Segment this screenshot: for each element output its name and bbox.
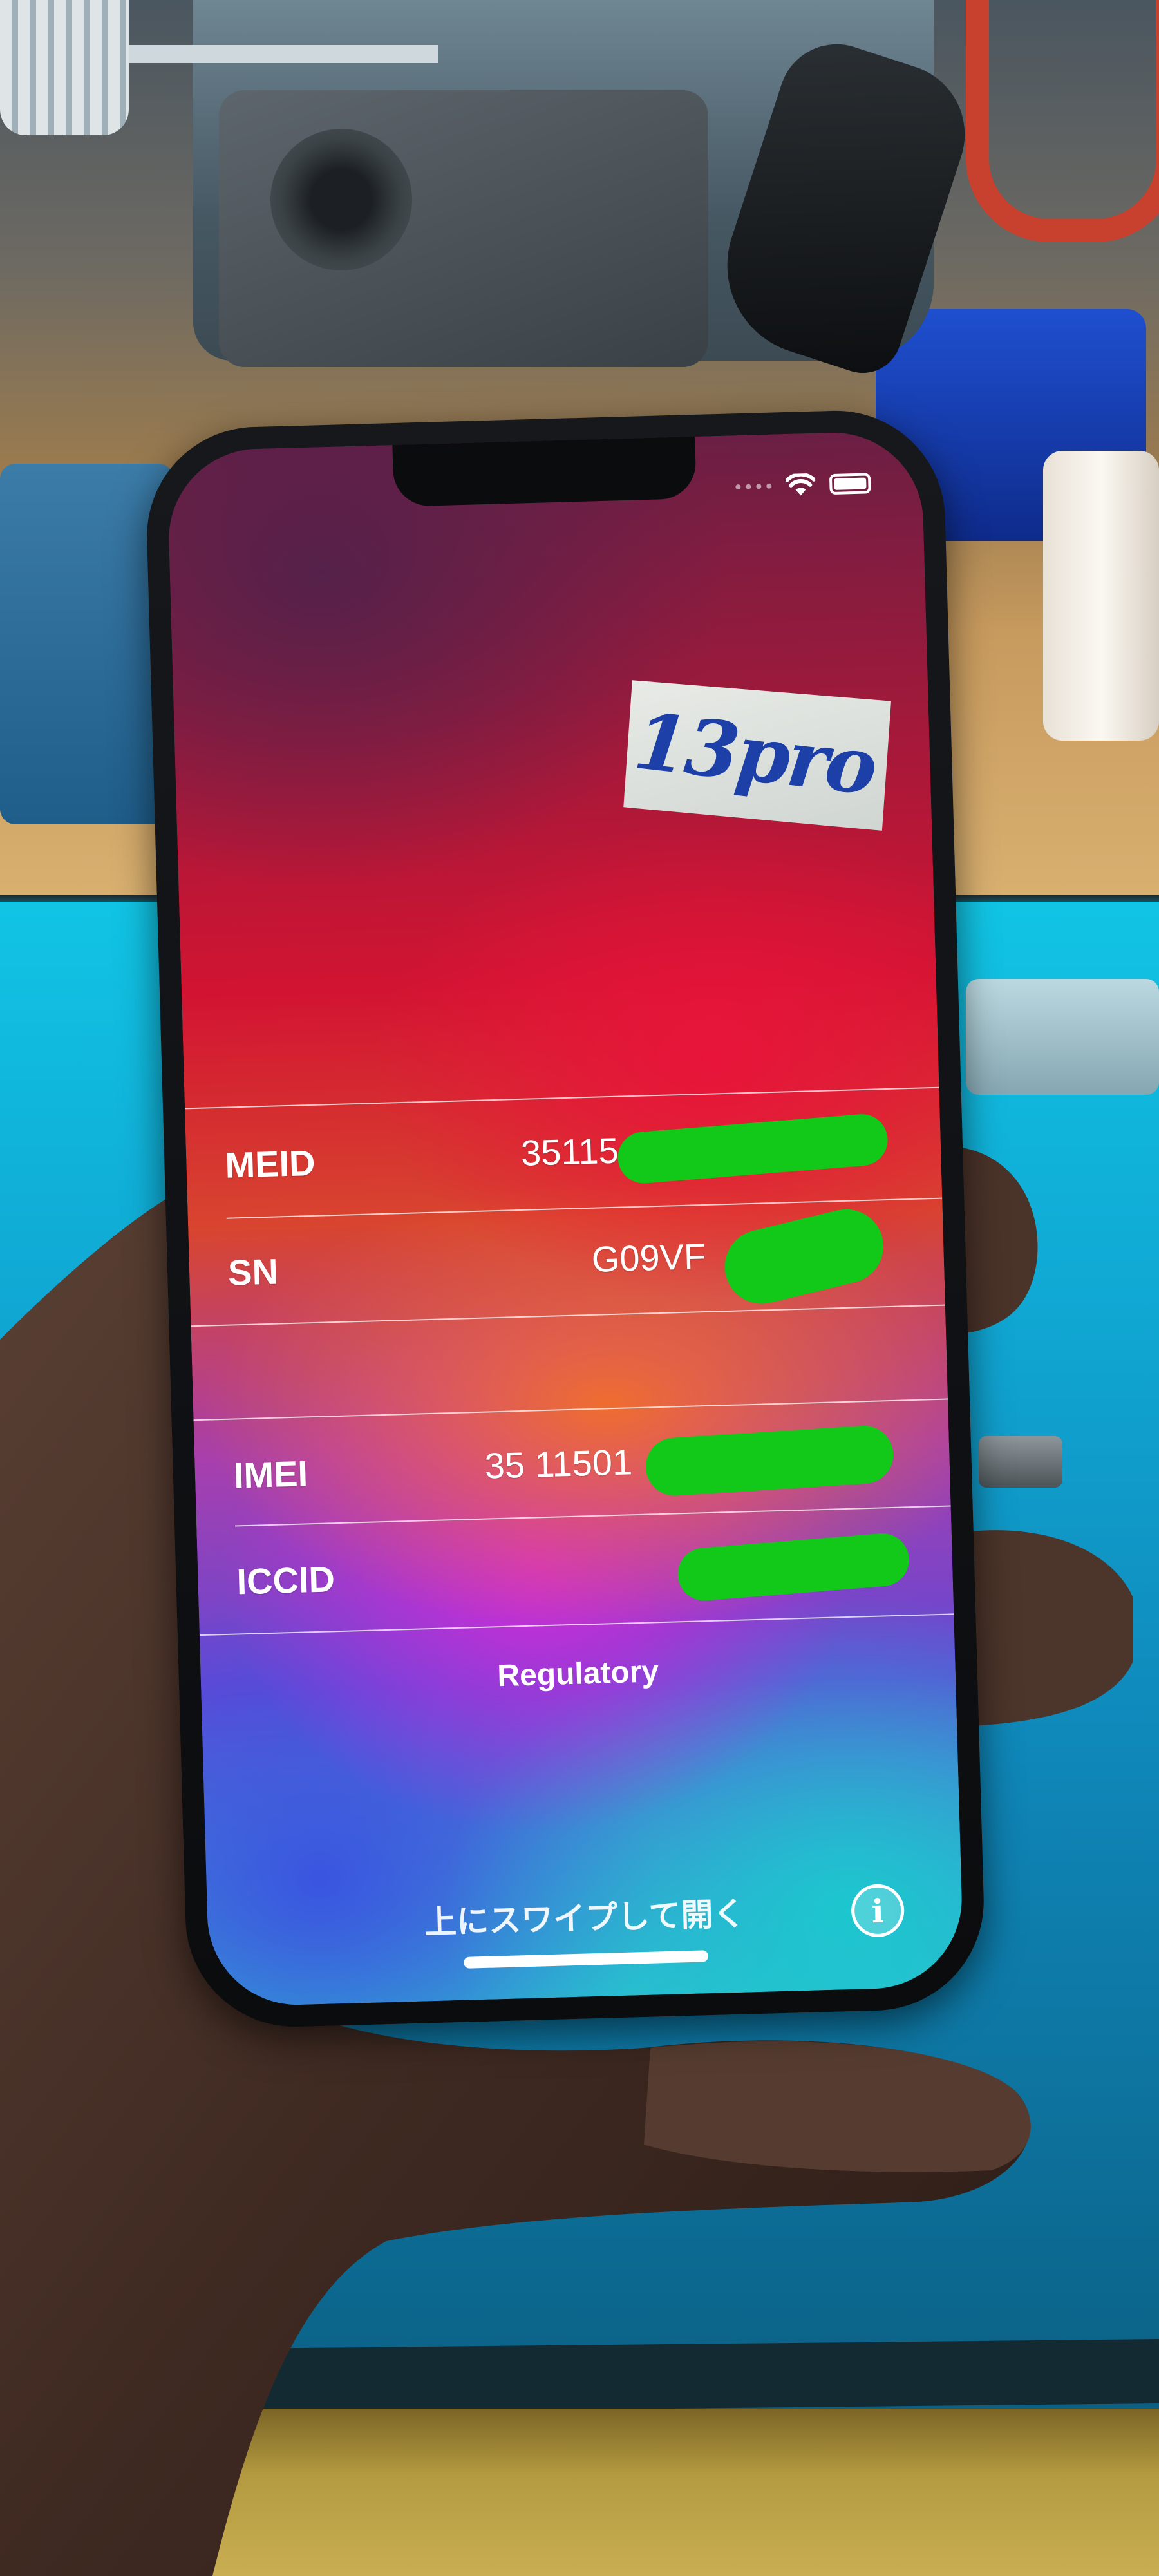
redaction-mark xyxy=(616,1112,890,1186)
sticker-label: 13pro xyxy=(613,672,897,837)
divider xyxy=(193,1398,948,1421)
home-indicator[interactable] xyxy=(463,1950,709,1969)
sticker-text: 13pro xyxy=(630,695,880,813)
blue-parts-tray xyxy=(0,464,174,824)
divider xyxy=(199,1613,954,1636)
lock-screen[interactable]: 13pro MEID 35115 SN G09VF IMEI 35 11501 … xyxy=(166,430,965,2007)
camera-notch xyxy=(392,436,697,507)
meid-value: 35115 xyxy=(520,1130,619,1173)
mat-edge xyxy=(180,2339,1159,2414)
redaction-mark xyxy=(675,1531,911,1603)
swipe-up-prompt: 上にスワイプして開く xyxy=(424,1895,746,1942)
meid-label: MEID xyxy=(224,1142,316,1186)
bottle xyxy=(1043,451,1159,741)
sn-label: SN xyxy=(227,1251,279,1293)
red-tube xyxy=(966,0,1159,242)
signal-dots-icon xyxy=(735,483,772,490)
imei-label: IMEI xyxy=(233,1453,308,1496)
cable-coil xyxy=(0,0,129,135)
divider xyxy=(235,1505,951,1527)
small-part xyxy=(979,1436,1062,1488)
iccid-label: ICCID xyxy=(236,1558,335,1602)
device-info-table: MEID 35115 SN G09VF IMEI 35 11501 ICCID xyxy=(184,1086,954,1636)
table-surface xyxy=(0,2409,1159,2576)
regulatory-link[interactable]: Regulatory xyxy=(200,1645,956,1702)
imei-value: 35 11501 xyxy=(484,1441,633,1486)
redaction-mark xyxy=(644,1424,896,1498)
divider xyxy=(191,1304,946,1327)
iphone: 13pro MEID 35115 SN G09VF IMEI 35 11501 … xyxy=(144,408,987,2030)
loose-parts xyxy=(966,979,1159,1095)
divider xyxy=(184,1086,939,1110)
status-bar xyxy=(735,471,871,498)
wifi-icon xyxy=(785,473,816,496)
redaction-mark xyxy=(717,1201,891,1312)
sn-value: G09VF xyxy=(590,1235,706,1280)
battery-icon xyxy=(829,473,871,495)
